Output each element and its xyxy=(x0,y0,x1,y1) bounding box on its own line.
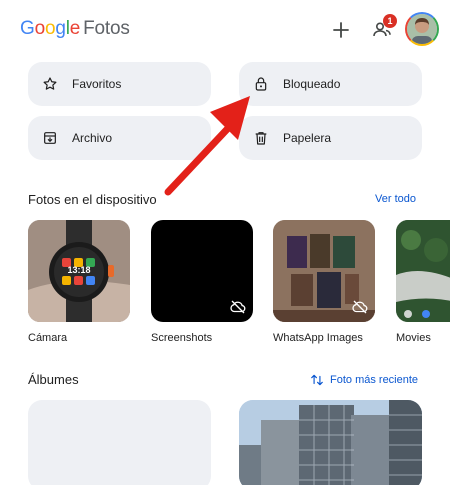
smartwatch-photo: 13:18 xyxy=(28,220,130,322)
app-header: Google Fotos 1 xyxy=(0,0,450,60)
lock-icon xyxy=(255,77,267,91)
logo-app-name: Fotos xyxy=(83,18,130,39)
camera-folder-label: Cámara xyxy=(28,332,68,344)
logo-letter: g xyxy=(55,18,66,39)
camera-folder-thumbnail[interactable]: 13:18 xyxy=(28,220,130,322)
sort-icon xyxy=(311,374,323,386)
screenshots-folder-thumbnail[interactable] xyxy=(151,220,253,322)
logo-letter: e xyxy=(69,18,81,39)
locked-label: Bloqueado xyxy=(283,77,341,91)
trash-icon xyxy=(255,132,267,145)
device-photos-title: Fotos en el dispositivo xyxy=(28,192,157,207)
notification-badge: 1 xyxy=(383,14,397,28)
avatar[interactable] xyxy=(405,12,439,46)
buildings-photo xyxy=(239,400,422,485)
locked-tile[interactable]: Bloqueado xyxy=(239,62,422,106)
sort-button[interactable]: Foto más reciente xyxy=(310,373,418,387)
star-icon xyxy=(43,77,57,90)
favorites-label: Favoritos xyxy=(72,77,122,91)
watch-time: 13:18 xyxy=(67,265,90,275)
whatsapp-folder-label: WhatsApp Images xyxy=(273,332,363,344)
google-photos-logo: Google Fotos xyxy=(20,18,130,40)
album-cover[interactable] xyxy=(239,400,422,485)
movies-folder-thumbnail[interactable] xyxy=(396,220,450,322)
archive-label: Archivo xyxy=(72,131,113,145)
archive-icon xyxy=(44,132,56,144)
album-placeholder[interactable] xyxy=(28,400,211,485)
favorites-tile[interactable]: Favoritos xyxy=(28,62,211,106)
albums-title: Álbumes xyxy=(28,372,79,387)
logo-letter: G xyxy=(20,18,35,39)
trash-label: Papelera xyxy=(283,131,332,145)
see-all-link[interactable]: Ver todo xyxy=(375,193,416,205)
whatsapp-images-folder-thumbnail[interactable] xyxy=(273,220,375,322)
logo-letter: o xyxy=(44,18,56,39)
trash-tile[interactable]: Papelera xyxy=(239,116,422,160)
cloud-off-icon xyxy=(230,300,246,314)
avatar-photo xyxy=(407,14,437,44)
logo-letter: o xyxy=(34,18,46,39)
cloud-off-icon xyxy=(352,300,368,314)
aerial-photo xyxy=(396,220,450,322)
screenshots-folder-label: Screenshots xyxy=(151,332,213,344)
movies-folder-label: Movies xyxy=(396,332,431,344)
create-button[interactable] xyxy=(325,14,357,46)
archive-tile[interactable]: Archivo xyxy=(28,116,211,160)
sort-label: Foto más reciente xyxy=(330,374,419,386)
plus-icon xyxy=(333,22,349,38)
